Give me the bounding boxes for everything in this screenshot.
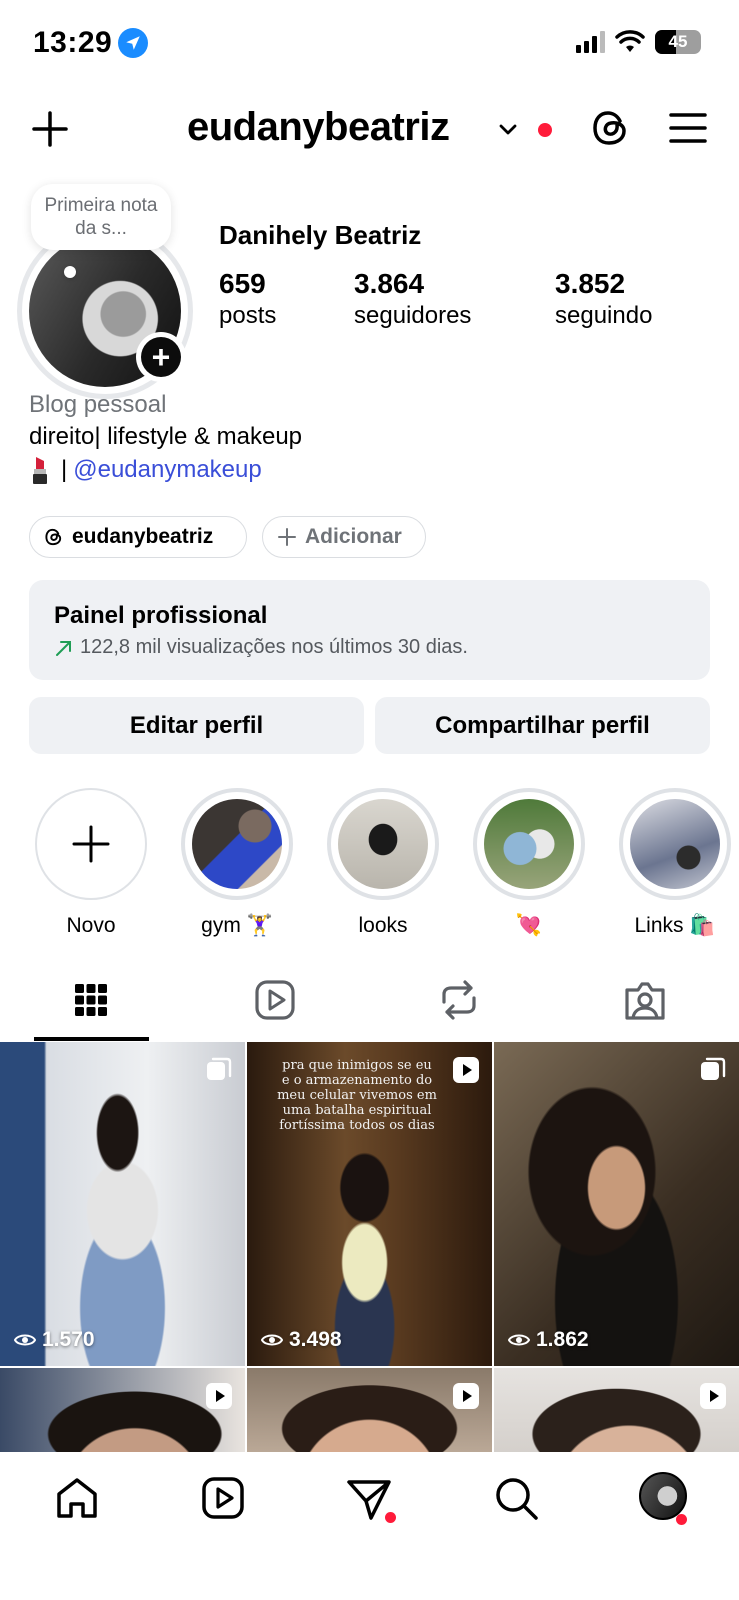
bio-category: Blog pessoal xyxy=(29,391,167,418)
reel-icon xyxy=(453,1057,479,1083)
highlight-cover xyxy=(192,799,282,889)
plus-icon xyxy=(278,528,296,546)
notification-dot xyxy=(538,123,552,137)
dashboard-title: Painel profissional xyxy=(54,602,268,629)
highlight-gym[interactable]: gym 🏋️‍♀️ xyxy=(179,788,295,938)
bottom-nav xyxy=(0,1452,739,1600)
carousel-icon xyxy=(701,1057,726,1080)
chevron-down-icon[interactable] xyxy=(496,117,520,141)
threads-chip[interactable]: eudanybeatriz xyxy=(29,516,247,558)
stat-followers[interactable]: 3.864 seguidores xyxy=(354,268,471,330)
battery-level: 45 xyxy=(668,32,688,51)
profile-notification-dot xyxy=(676,1514,687,1525)
hamburger-menu-icon[interactable] xyxy=(668,109,708,147)
threads-chip-label: eudanybeatriz xyxy=(72,525,214,548)
add-story-button[interactable]: + xyxy=(136,332,186,382)
post-thumbnail[interactable]: pra que inimigos se eu e o armazenamento… xyxy=(247,1042,492,1366)
profile-tab-avatar[interactable] xyxy=(639,1472,687,1520)
post-caption-overlay: pra que inimigos se eu e o armazenamento… xyxy=(277,1058,437,1133)
highlight-label: gym 🏋️‍♀️ xyxy=(201,914,273,937)
profile-header: eudanybeatriz xyxy=(0,95,739,165)
stat-value: 659 xyxy=(219,268,266,299)
post-thumbnail[interactable] xyxy=(247,1368,492,1452)
threads-icon xyxy=(45,528,62,546)
highlight-label: Novo xyxy=(66,914,116,937)
plus-icon xyxy=(72,825,110,863)
status-bar: 13:29 45 xyxy=(0,0,739,90)
post-view-count: 1.862 xyxy=(536,1328,589,1351)
post-thumbnail[interactable] xyxy=(494,1368,739,1452)
grid-icon[interactable] xyxy=(67,976,115,1024)
note-bubble[interactable]: Primeira nota da s... xyxy=(31,184,171,250)
post-thumbnail[interactable]: 1.570 xyxy=(0,1042,245,1366)
stat-label: seguidores xyxy=(354,302,472,329)
message-notification-dot xyxy=(385,1512,396,1523)
post-view-count: 1.570 xyxy=(42,1328,95,1351)
add-link-chip[interactable]: Adicionar xyxy=(262,516,426,558)
add-link-label: Adicionar xyxy=(305,525,402,548)
stat-value: 3.864 xyxy=(354,268,425,299)
post-thumbnail[interactable] xyxy=(0,1368,245,1452)
threads-icon[interactable] xyxy=(590,107,632,149)
battery-icon: 45 xyxy=(655,30,701,54)
lipstick-icon xyxy=(33,457,47,484)
highlight-love[interactable]: 💘 xyxy=(471,788,587,938)
reel-icon xyxy=(206,1383,232,1409)
bio-separator: | xyxy=(61,456,68,483)
stat-following[interactable]: 3.852 seguindo xyxy=(555,268,652,330)
stat-label: posts xyxy=(219,302,277,329)
highlight-links[interactable]: Links 🛍️ xyxy=(617,788,733,938)
profile-tabs xyxy=(0,960,739,1042)
dashboard-subtitle: 122,8 mil visualizações nos últimos 30 d… xyxy=(80,636,468,658)
share-profile-button[interactable]: Compartilhar perfil xyxy=(375,697,710,754)
eye-icon xyxy=(508,1334,530,1346)
username-title[interactable]: eudanybeatriz xyxy=(187,105,450,150)
reels-icon[interactable] xyxy=(251,976,299,1024)
edit-profile-button[interactable]: Editar perfil xyxy=(29,697,364,754)
stat-value: 3.852 xyxy=(555,268,626,299)
eye-icon xyxy=(261,1334,283,1346)
reels-icon[interactable] xyxy=(199,1474,247,1522)
reposts-icon[interactable] xyxy=(435,976,483,1024)
carousel-icon xyxy=(207,1057,232,1080)
bio-mention-link[interactable]: @eudanymakeup xyxy=(73,456,261,484)
posts-grid: 1.570 pra que inimigos se eu e o armazen… xyxy=(0,1042,739,1452)
cellular-signal-icon xyxy=(576,31,605,53)
highlight-cover xyxy=(630,799,720,889)
highlight-looks[interactable]: looks xyxy=(325,788,441,938)
home-icon[interactable] xyxy=(53,1474,101,1522)
eye-icon xyxy=(14,1334,36,1346)
post-view-count: 3.498 xyxy=(289,1328,342,1351)
wifi-icon xyxy=(615,30,645,52)
professional-dashboard[interactable]: Painel profissional 122,8 mil visualizaç… xyxy=(29,580,710,680)
bio-text: direito| lifestyle & makeup xyxy=(29,423,303,450)
location-arrow-icon xyxy=(118,28,148,58)
reel-icon xyxy=(700,1383,726,1409)
highlight-cover xyxy=(484,799,574,889)
highlight-label: looks xyxy=(358,914,408,937)
active-tab-indicator xyxy=(34,1037,149,1041)
trending-up-icon xyxy=(56,640,71,656)
tagged-icon[interactable] xyxy=(621,976,669,1024)
highlight-label: Links 🛍️ xyxy=(634,914,716,937)
search-icon[interactable] xyxy=(492,1474,540,1522)
status-time: 13:29 xyxy=(33,26,113,59)
highlight-label: 💘 xyxy=(515,914,543,937)
full-name: Danihely Beatriz xyxy=(219,220,422,250)
stat-label: seguindo xyxy=(555,302,653,329)
highlight-new[interactable]: Novo xyxy=(33,788,149,938)
plus-icon: + xyxy=(141,337,181,377)
bio-link-line: | @eudanymakeup xyxy=(29,455,262,485)
note-bubble-tail xyxy=(64,266,76,278)
reel-icon xyxy=(453,1383,479,1409)
stat-posts[interactable]: 659 posts xyxy=(219,268,276,330)
plus-icon[interactable] xyxy=(30,109,70,149)
highlight-cover xyxy=(338,799,428,889)
post-thumbnail[interactable]: 1.862 xyxy=(494,1042,739,1366)
